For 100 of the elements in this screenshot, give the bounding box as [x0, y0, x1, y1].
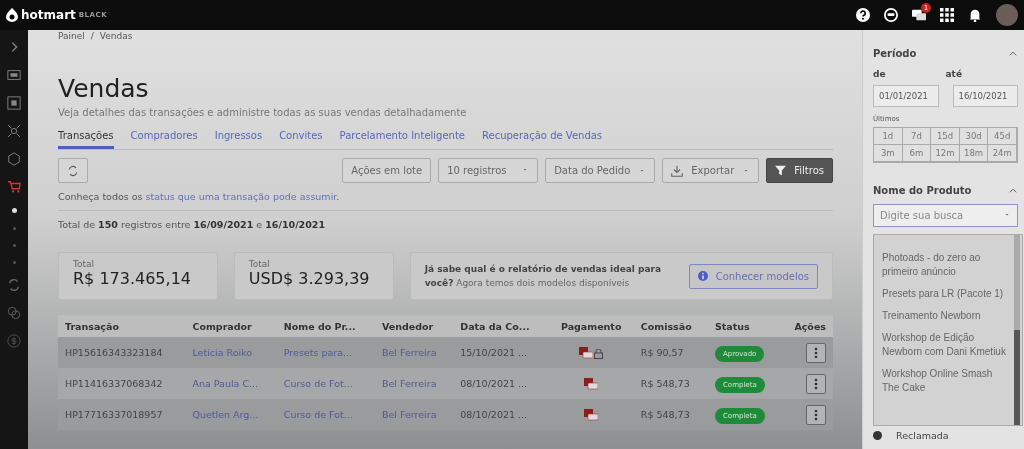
menu-dot[interactable]: [12, 227, 16, 230]
date-input[interactable]: 01/01/2021: [873, 85, 939, 107]
seller-link[interactable]: Bel Ferreira: [375, 399, 454, 430]
total-label: Total: [73, 259, 96, 269]
column-header: Vendedor: [375, 315, 454, 337]
section-title: Período: [873, 48, 917, 59]
dropdown-option[interactable]: Workshop Online Smash The Cake: [882, 367, 1012, 395]
status-link[interactable]: status que uma transação pode assumir: [145, 191, 337, 202]
buyer-link[interactable]: Quetlen Arg...: [185, 399, 277, 430]
help-icon[interactable]: [856, 8, 870, 22]
dropdown-option[interactable]: Workshop de Edição Newborn com Dani Kmetiuk: [882, 331, 1012, 359]
table-cell: HP15616343323184: [58, 337, 186, 368]
bell-icon[interactable]: [968, 8, 982, 22]
table-cell: R$ 548,73: [633, 399, 708, 430]
breadcrumb-item[interactable]: Vendas: [99, 31, 133, 41]
period-option[interactable]: 12m: [931, 145, 960, 162]
sync-icon[interactable]: [7, 278, 21, 292]
chat-bubbles-icon[interactable]: [7, 306, 21, 320]
breadcrumb-item[interactable]: Painel: [58, 31, 85, 41]
table-cell: HP17716337018957: [58, 399, 186, 430]
seller-link[interactable]: Bel Ferreira: [375, 337, 454, 368]
column-header: Transação: [58, 315, 186, 337]
product-search-field[interactable]: Digite sua busca: [873, 204, 1018, 227]
more-actions-button[interactable]: [806, 373, 826, 394]
period-option[interactable]: 7d: [902, 128, 932, 145]
batch-actions-button[interactable]: Ações em lote: [342, 158, 432, 183]
refresh-icon: [67, 164, 79, 177]
total-summary: Total de 150 registros entre 16/09/2021 e 16/10/2021: [58, 219, 327, 230]
dropdown-option[interactable]: Treinamento Newborn: [882, 309, 1012, 323]
period-option[interactable]: 18m: [959, 145, 989, 162]
more-actions-button[interactable]: [806, 404, 826, 425]
kebab-icon: [814, 377, 818, 390]
apps-grid-icon[interactable]: [940, 8, 954, 22]
chat-icon[interactable]: [912, 8, 926, 22]
column-header: Ações: [780, 315, 833, 337]
tab[interactable]: Convites: [279, 128, 323, 149]
column-header: Status: [707, 315, 781, 337]
sort-select[interactable]: Data do Pedido: [545, 158, 656, 183]
avatar[interactable]: [996, 4, 1018, 26]
table-cell: HP11416337068342: [58, 368, 186, 399]
export-button[interactable]: Exportar: [662, 158, 760, 183]
tab[interactable]: Transações: [58, 128, 114, 149]
period-option[interactable]: 3m: [874, 145, 903, 162]
buyer-link[interactable]: Leticia Roiko: [185, 337, 277, 368]
card-icon: [579, 346, 594, 359]
filters-button[interactable]: Filtros: [766, 158, 833, 183]
report-text: Já sabe qual é o relatório de vendas ideal para você? Agora temos dois modelos disponíveis: [424, 263, 663, 290]
card-icon: [584, 408, 599, 421]
breadcrumb-separator: /: [90, 31, 94, 41]
period-option[interactable]: 1d: [874, 128, 903, 145]
menu-dot[interactable]: [11, 208, 17, 213]
tab[interactable]: Parcelamento Inteligente: [339, 128, 465, 149]
dashboard-icon[interactable]: [7, 68, 21, 82]
menu-dot[interactable]: [12, 261, 16, 264]
dropdown-option[interactable]: Photoads - do zero ao primeiro anúncio: [882, 251, 1012, 279]
tab[interactable]: Compradores: [130, 128, 198, 149]
field-label: de: [873, 69, 887, 79]
more-actions-button[interactable]: [806, 342, 826, 363]
cart-icon[interactable]: [7, 180, 21, 194]
table-cell: R$ 548,73: [633, 368, 708, 399]
period-option[interactable]: 6m: [902, 145, 932, 162]
dropdown-option[interactable]: Presets para LR (Pacote 1): [882, 287, 1012, 301]
page-title: Vendas: [58, 74, 150, 103]
table-cell: 08/10/2021 ...: [453, 368, 549, 399]
info-text: Conheça todos os status que uma transação pode assumir.: [58, 191, 833, 211]
models-button[interactable]: Conhecer modelos: [688, 263, 818, 289]
radio-label: Reclamada: [896, 430, 949, 441]
period-option[interactable]: 45d: [988, 128, 1017, 145]
kebab-icon: [814, 346, 818, 359]
card-icon: [584, 377, 599, 390]
grid-icon[interactable]: [7, 96, 21, 110]
period-option[interactable]: 15d: [931, 128, 960, 145]
network-icon[interactable]: [7, 124, 21, 138]
logo-text: hotmart: [21, 8, 76, 22]
column-header: Comprador: [185, 315, 277, 337]
menu-dot[interactable]: [12, 244, 16, 247]
product-link[interactable]: Curso de Fot...: [276, 368, 375, 399]
seller-link[interactable]: Bel Ferreira: [375, 368, 454, 399]
product-link[interactable]: Presets para...: [276, 337, 375, 368]
period-option[interactable]: 24m: [988, 145, 1017, 162]
table-cell: 15/10/2021 ...: [453, 337, 549, 368]
section-title: Nome do Produto: [873, 185, 972, 196]
filter-icon: [775, 165, 787, 176]
period-option[interactable]: 30d: [959, 128, 989, 145]
product-link[interactable]: Curso de Fot...: [276, 399, 375, 430]
total-value: USD$ 3.293,39: [248, 269, 371, 288]
kebab-icon: [814, 408, 818, 421]
field-label: até: [945, 69, 963, 79]
tab[interactable]: Recuperação de Vendas: [482, 128, 603, 149]
date-input[interactable]: 16/10/2021: [952, 85, 1018, 107]
tab[interactable]: Ingressos: [214, 128, 263, 149]
scrollbar-thumb[interactable]: [1014, 330, 1020, 425]
column-header: Comissão: [633, 315, 708, 337]
page-size-select[interactable]: 10 registros: [438, 158, 539, 183]
buyer-link[interactable]: Ana Paula C...: [185, 368, 277, 399]
radio-button[interactable]: [873, 431, 882, 440]
table-cell: 08/10/2021 ...: [453, 399, 549, 430]
cube-icon[interactable]: [7, 152, 21, 166]
table-cell: R$ 90,57: [633, 337, 708, 368]
total-value: R$ 173.465,14: [73, 269, 192, 288]
